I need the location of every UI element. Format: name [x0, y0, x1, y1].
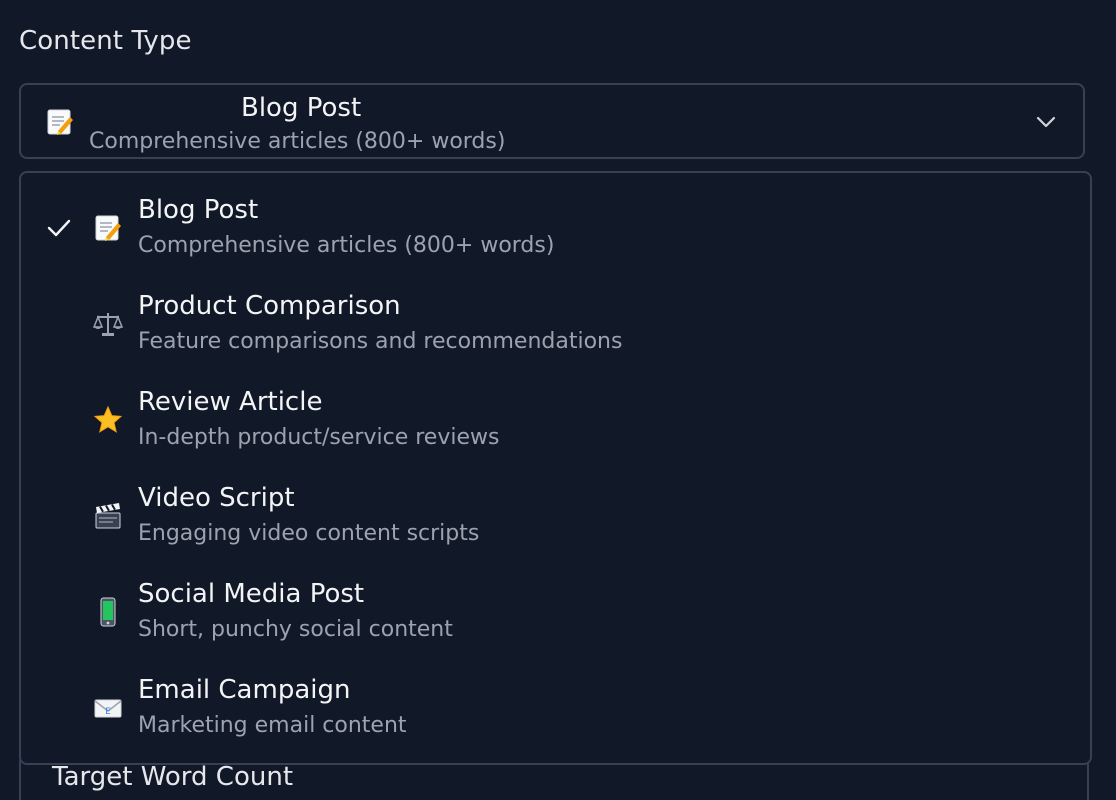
content-type-label: Content Type: [19, 26, 192, 56]
svg-text:E: E: [105, 707, 111, 717]
envelope-icon: E: [93, 693, 123, 723]
clapperboard-icon: [93, 501, 123, 531]
option-social-media-post[interactable]: Social Media Post Short, punchy social c…: [21, 557, 1090, 653]
option-description: Feature comparisons and recommendations: [138, 329, 623, 354]
option-email-campaign[interactable]: E Email Campaign Marketing email content: [21, 653, 1090, 749]
balance-scale-icon: [92, 309, 124, 339]
star-icon: [93, 405, 123, 435]
option-description: In-depth product/service reviews: [138, 425, 500, 450]
option-blog-post[interactable]: Blog Post Comprehensive articles (800+ w…: [21, 173, 1090, 269]
option-title: Blog Post: [138, 195, 259, 225]
target-word-count-label: Target Word Count: [52, 762, 294, 792]
option-description: Marketing email content: [138, 713, 407, 738]
option-description: Short, punchy social content: [138, 617, 453, 642]
mobile-phone-icon: [93, 597, 123, 627]
option-title: Product Comparison: [138, 291, 401, 321]
option-title: Video Script: [138, 483, 295, 513]
option-description: Engaging video content scripts: [138, 521, 480, 546]
option-product-comparison[interactable]: Product Comparison Feature comparisons a…: [21, 269, 1090, 365]
option-title: Social Media Post: [138, 579, 365, 609]
checkmark-icon: [47, 216, 71, 240]
option-title: Review Article: [138, 387, 323, 417]
chevron-down-icon: [1035, 111, 1057, 133]
selected-description: Comprehensive articles (800+ words): [89, 129, 506, 154]
option-review-article[interactable]: Review Article In-depth product/service …: [21, 365, 1090, 461]
memo-icon: [45, 107, 75, 137]
content-type-dropdown: Blog Post Comprehensive articles (800+ w…: [19, 171, 1092, 765]
memo-icon: [93, 213, 123, 243]
option-title: Email Campaign: [138, 675, 351, 705]
selected-title: Blog Post: [241, 93, 362, 123]
content-type-select[interactable]: Blog Post Comprehensive articles (800+ w…: [19, 83, 1085, 159]
option-description: Comprehensive articles (800+ words): [138, 233, 555, 258]
option-video-script[interactable]: Video Script Engaging video content scri…: [21, 461, 1090, 557]
